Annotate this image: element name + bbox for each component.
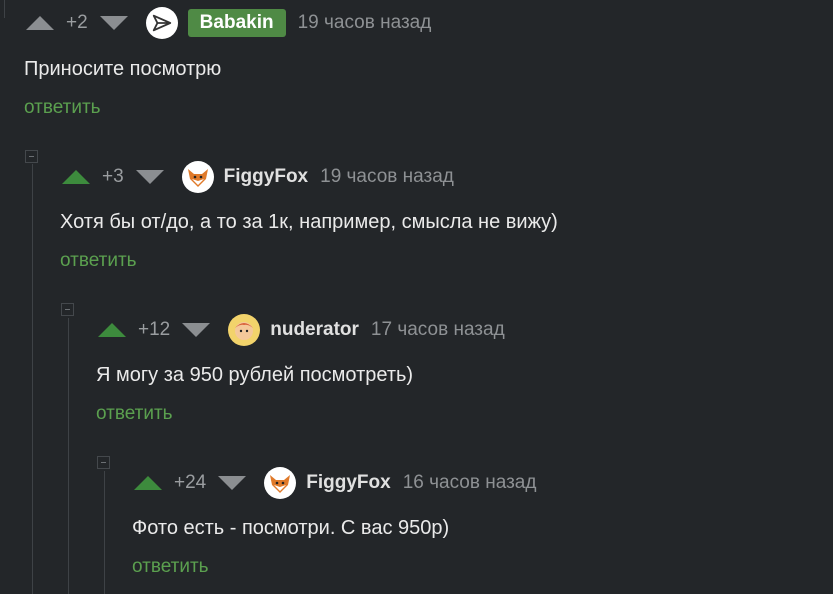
comment-rating: +3 — [102, 166, 124, 187]
thread-line — [68, 318, 69, 594]
fox-icon[interactable] — [181, 161, 214, 193]
comment-time[interactable]: 19 часов назад — [298, 12, 432, 34]
comment-text: Приносите посмотрю — [24, 58, 222, 80]
downvote-icon[interactable] — [135, 170, 164, 184]
thread-line — [104, 471, 105, 594]
collapse-thread-button[interactable] — [25, 150, 38, 163]
reply-link[interactable]: ответить — [96, 403, 173, 425]
collapse-thread-button[interactable] — [61, 303, 74, 316]
comment-author[interactable]: nuderator — [270, 319, 359, 341]
upvote-icon[interactable] — [62, 170, 90, 184]
cartoon-avatar-icon[interactable] — [228, 314, 261, 346]
comment-time[interactable]: 19 часов назад — [320, 166, 454, 188]
comment-rating: +24 — [174, 472, 207, 493]
reply-link[interactable]: ответить — [60, 250, 137, 272]
comment-time[interactable]: 16 часов назад — [403, 472, 537, 494]
comment-text: Фото есть - посмотри. С вас 950р) — [132, 517, 450, 539]
comment-time[interactable]: 17 часов назад — [371, 319, 505, 341]
comment-header: +12 nuderator 17 часов назад — [98, 314, 505, 346]
reply-link[interactable]: ответить — [24, 97, 101, 119]
comment-header: +24 FiggyFox 16 часов назад — [134, 467, 536, 499]
comment-rating: +12 — [138, 319, 171, 340]
upvote-icon[interactable] — [98, 323, 126, 337]
comment-author[interactable]: FiggyFox — [224, 166, 308, 188]
thread-line — [4, 0, 5, 18]
upvote-icon[interactable] — [26, 16, 54, 30]
paper-plane-icon[interactable] — [145, 7, 178, 39]
reply-link[interactable]: ответить — [132, 556, 209, 578]
comment-header: +2 Babakin 19 часов назад — [26, 7, 431, 39]
fox-icon[interactable] — [264, 467, 297, 499]
comment-author[interactable]: FiggyFox — [306, 472, 390, 494]
comment-text: Я могу за 950 рублей посмотреть) — [96, 364, 414, 386]
collapse-thread-button[interactable] — [97, 456, 110, 469]
upvote-icon[interactable] — [134, 476, 162, 490]
comment-author[interactable]: Babakin — [187, 9, 286, 37]
comment-header: +3 FiggyFox 19 часов назад — [62, 161, 454, 193]
thread-line — [32, 164, 33, 594]
downvote-icon[interactable] — [182, 323, 211, 337]
downvote-icon[interactable] — [99, 16, 128, 30]
comment-rating: +2 — [66, 12, 88, 33]
downvote-icon[interactable] — [218, 476, 247, 490]
comment-text: Хотя бы от/до, а то за 1к, например, смы… — [60, 211, 558, 233]
